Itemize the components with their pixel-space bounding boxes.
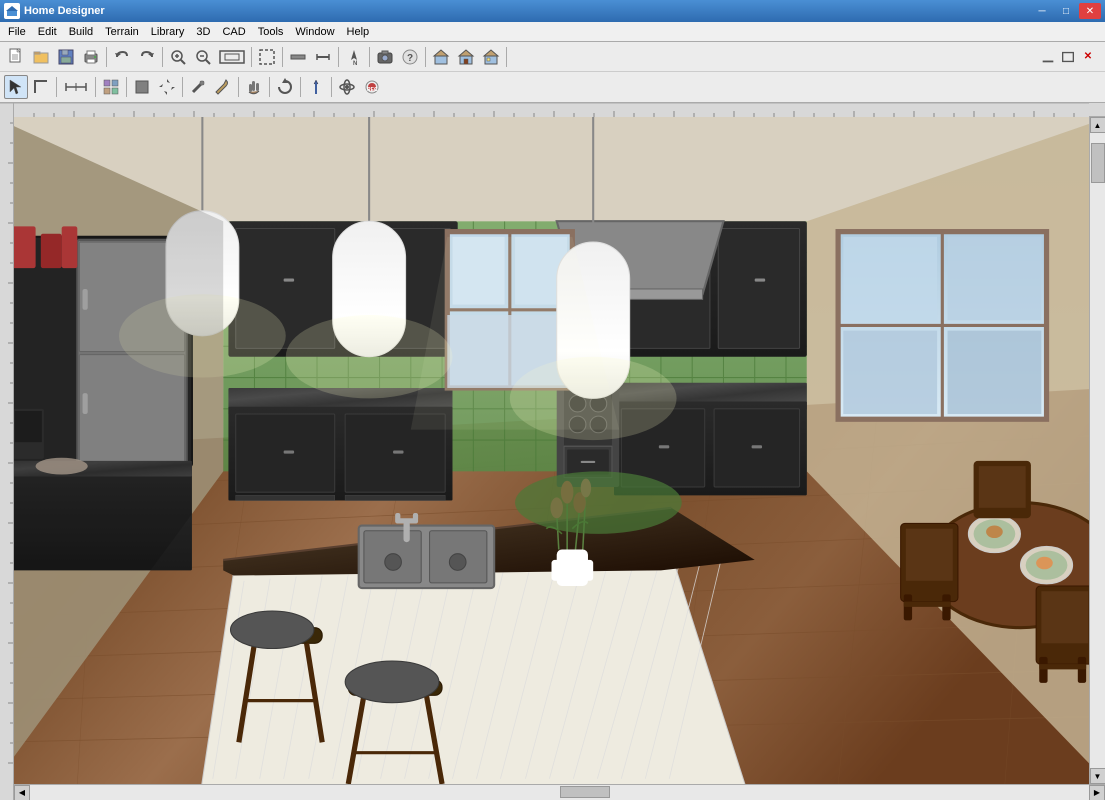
sep1 bbox=[56, 77, 57, 97]
svg-text:?: ? bbox=[407, 53, 413, 64]
menu-tools[interactable]: Tools bbox=[252, 24, 290, 40]
sep5 bbox=[238, 77, 239, 97]
elevation-button[interactable] bbox=[454, 45, 478, 69]
scroll-thumb-horizontal[interactable] bbox=[560, 786, 610, 798]
sep6 bbox=[369, 47, 370, 67]
canvas-area: ▲ ▼ ◀ ▶ bbox=[14, 103, 1105, 800]
menu-terrain[interactable]: Terrain bbox=[99, 24, 145, 40]
sep7 bbox=[425, 47, 426, 67]
eyedropper-tool[interactable] bbox=[211, 75, 235, 99]
dimension-tool[interactable] bbox=[60, 75, 92, 99]
select-all-button[interactable] bbox=[255, 45, 279, 69]
orbit-tool[interactable] bbox=[335, 75, 359, 99]
window-controls[interactable]: ─ □ ✕ bbox=[1031, 3, 1101, 19]
sep8 bbox=[331, 77, 332, 97]
scroll-track-horizontal[interactable] bbox=[30, 785, 1089, 800]
scroll-track-vertical[interactable] bbox=[1090, 133, 1105, 768]
menu-window[interactable]: Window bbox=[289, 24, 340, 40]
menu-edit[interactable]: Edit bbox=[32, 24, 63, 40]
toolbar-close[interactable]: ✕ bbox=[1079, 49, 1097, 65]
pan-tool[interactable] bbox=[242, 75, 266, 99]
sep2 bbox=[162, 47, 163, 67]
ruler-top bbox=[14, 103, 1105, 117]
menu-library[interactable]: Library bbox=[145, 24, 191, 40]
sep6 bbox=[269, 77, 270, 97]
toolbar-minimize[interactable] bbox=[1039, 49, 1057, 65]
menu-3d[interactable]: 3D bbox=[190, 24, 216, 40]
toolbar-maximize[interactable] bbox=[1059, 49, 1077, 65]
zoom-in-button[interactable] bbox=[166, 45, 190, 69]
select-tool[interactable] bbox=[4, 75, 28, 99]
polyline-tool[interactable] bbox=[29, 75, 53, 99]
maximize-button[interactable]: □ bbox=[1055, 3, 1077, 19]
sep1 bbox=[106, 47, 107, 67]
toolbar-container: N ? ✕ bbox=[0, 42, 1105, 103]
vertical-scrollbar[interactable]: ▲ ▼ bbox=[1089, 117, 1105, 784]
svg-text:REC: REC bbox=[367, 87, 378, 93]
menu-file[interactable]: File bbox=[2, 24, 32, 40]
scroll-left-arrow[interactable]: ◀ bbox=[14, 785, 30, 800]
kitchen-scene bbox=[14, 117, 1089, 784]
sep7 bbox=[300, 77, 301, 97]
sep4 bbox=[182, 77, 183, 97]
zoom-fit-button[interactable] bbox=[216, 45, 248, 69]
ruler-left bbox=[0, 103, 14, 800]
3d-arrow-tool[interactable] bbox=[304, 75, 328, 99]
3d-viewport[interactable] bbox=[14, 117, 1089, 784]
main-area: ▲ ▼ ◀ ▶ bbox=[0, 103, 1105, 800]
material-tool[interactable] bbox=[99, 75, 123, 99]
title-bar-left: Home Designer bbox=[4, 3, 105, 19]
measure-tool[interactable] bbox=[311, 45, 335, 69]
object-tool[interactable] bbox=[130, 75, 154, 99]
undo-button[interactable] bbox=[110, 45, 134, 69]
save-button[interactable] bbox=[54, 45, 78, 69]
scroll-down-arrow[interactable]: ▼ bbox=[1090, 768, 1105, 784]
sep5 bbox=[338, 47, 339, 67]
redo-button[interactable] bbox=[135, 45, 159, 69]
menu-help[interactable]: Help bbox=[341, 24, 376, 40]
menu-cad[interactable]: CAD bbox=[216, 24, 251, 40]
menu-build[interactable]: Build bbox=[63, 24, 99, 40]
minimize-button[interactable]: ─ bbox=[1031, 3, 1053, 19]
help-button[interactable]: ? bbox=[398, 45, 422, 69]
sep8 bbox=[506, 47, 507, 67]
camera-button[interactable] bbox=[373, 45, 397, 69]
window-title: Home Designer bbox=[24, 5, 105, 17]
print-button[interactable] bbox=[79, 45, 103, 69]
horizontal-scrollbar[interactable]: ◀ ▶ bbox=[14, 784, 1105, 800]
svg-text:N: N bbox=[353, 61, 357, 66]
3d-view-button[interactable] bbox=[479, 45, 503, 69]
floor-plan-button[interactable] bbox=[429, 45, 453, 69]
sep4 bbox=[282, 47, 283, 67]
canvas-top-row: ▲ ▼ bbox=[14, 117, 1105, 784]
toolbar1: N ? ✕ bbox=[0, 42, 1105, 72]
scroll-thumb-vertical[interactable] bbox=[1091, 143, 1105, 183]
scroll-up-arrow[interactable]: ▲ bbox=[1090, 117, 1105, 133]
close-button[interactable]: ✕ bbox=[1079, 3, 1101, 19]
paint-tool[interactable] bbox=[186, 75, 210, 99]
record-button[interactable]: REC bbox=[360, 75, 384, 99]
new-button[interactable] bbox=[4, 45, 28, 69]
scroll-right-arrow[interactable]: ▶ bbox=[1089, 785, 1105, 800]
menu-bar: File Edit Build Terrain Library 3D CAD T… bbox=[0, 22, 1105, 42]
sep3 bbox=[126, 77, 127, 97]
toolbar2: REC bbox=[0, 72, 1105, 102]
sep2 bbox=[95, 77, 96, 97]
north-arrow[interactable]: N bbox=[342, 45, 366, 69]
app-icon bbox=[4, 3, 20, 19]
transform-tool[interactable] bbox=[273, 75, 297, 99]
zoom-out-button[interactable] bbox=[191, 45, 215, 69]
sep3 bbox=[251, 47, 252, 67]
open-button[interactable] bbox=[29, 45, 53, 69]
title-bar: Home Designer ─ □ ✕ bbox=[0, 0, 1105, 22]
wall-tool[interactable] bbox=[286, 45, 310, 69]
move-tool[interactable] bbox=[155, 75, 179, 99]
